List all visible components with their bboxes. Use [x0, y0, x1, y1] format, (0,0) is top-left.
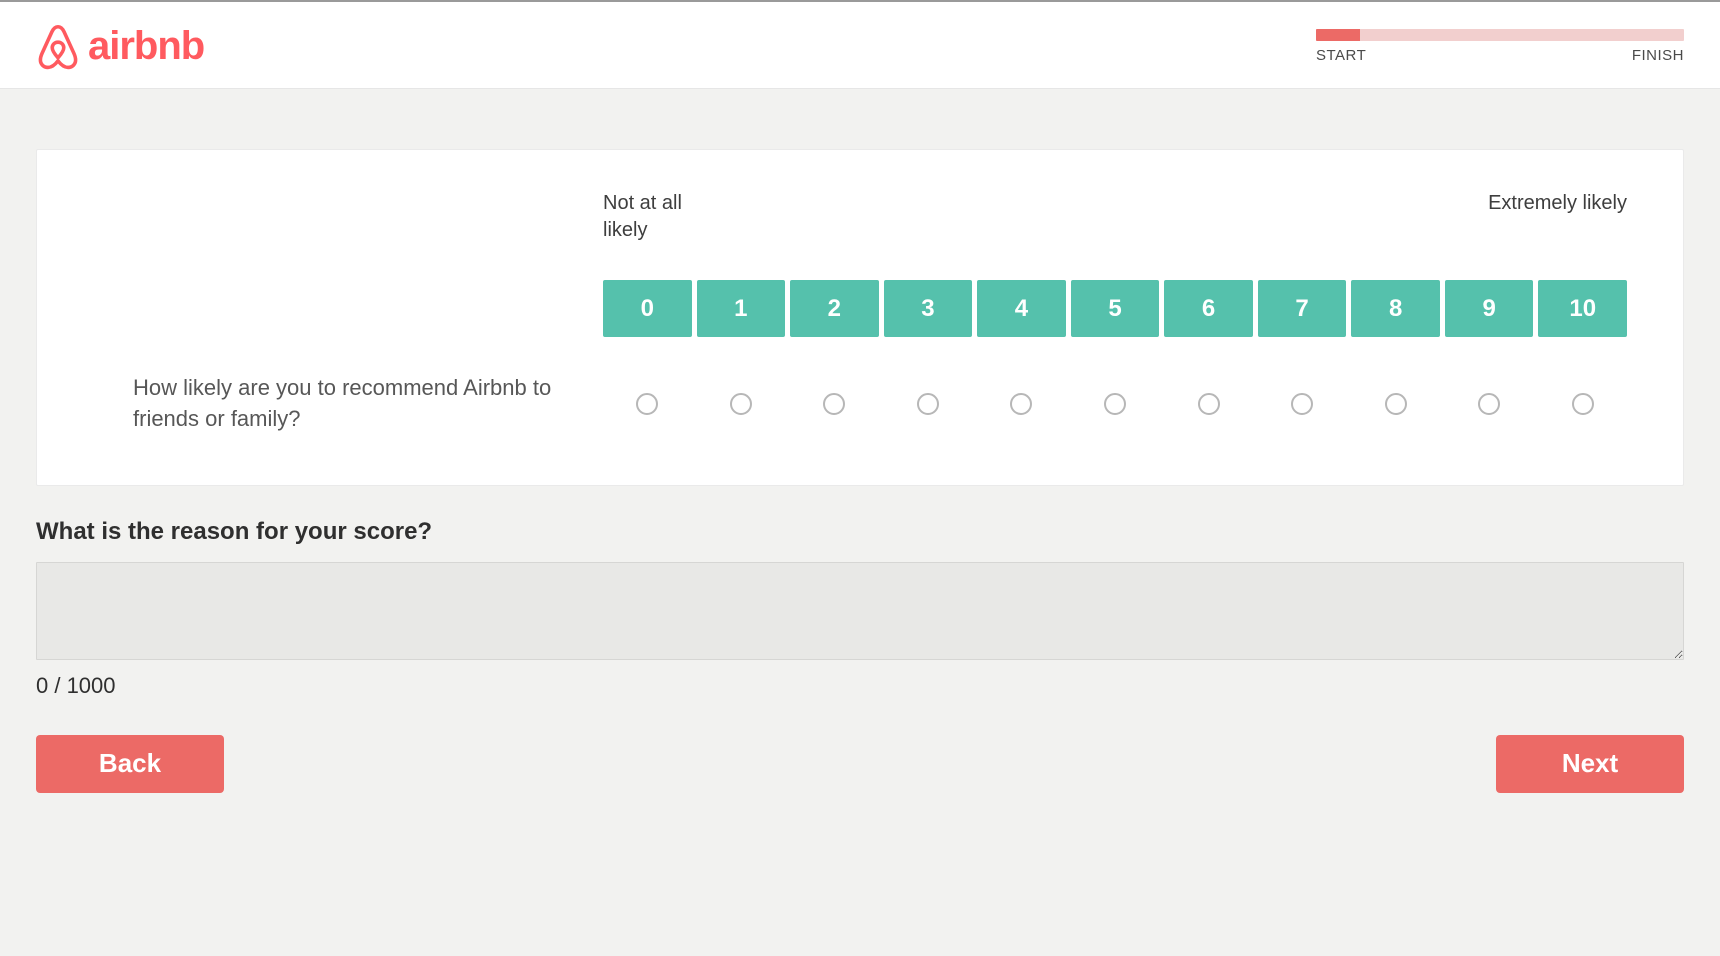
airbnb-icon [36, 22, 80, 70]
nps-scale-2: 2 [790, 280, 879, 337]
nps-question: How likely are you to recommend Airbnb t… [93, 373, 563, 435]
nps-scale-5: 5 [1071, 280, 1160, 337]
progress-start-label: START [1316, 47, 1366, 64]
nps-radio-3[interactable] [917, 393, 939, 415]
nps-radio-4[interactable] [1010, 393, 1032, 415]
brand-logo: airbnb [36, 22, 204, 70]
nav-row: Back Next [36, 735, 1684, 793]
nps-scale-10: 10 [1538, 280, 1627, 337]
reason-char-count: 0 / 1000 [36, 673, 1684, 699]
nps-scale-1: 1 [697, 280, 786, 337]
nps-scale-6: 6 [1164, 280, 1253, 337]
nps-scale-8: 8 [1351, 280, 1440, 337]
nps-radio-1[interactable] [730, 393, 752, 415]
progress-bar [1316, 29, 1684, 41]
nps-scale-header: 0 1 2 3 4 5 6 7 8 9 10 [603, 280, 1627, 337]
reason-label: What is the reason for your score? [36, 518, 1684, 546]
content: Not at all likely Extremely likely 0 1 2… [0, 89, 1720, 823]
nps-radio-6[interactable] [1198, 393, 1220, 415]
nps-radio-0[interactable] [636, 393, 658, 415]
nps-scale-0: 0 [603, 280, 692, 337]
nps-radio-2[interactable] [823, 393, 845, 415]
next-button[interactable]: Next [1496, 735, 1684, 793]
brand-name: airbnb [88, 24, 204, 69]
progress-finish-label: FINISH [1632, 47, 1684, 64]
nps-scale-4: 4 [977, 280, 1066, 337]
reason-textarea[interactable] [36, 562, 1684, 660]
nps-scale-9: 9 [1445, 280, 1534, 337]
nps-scale-3: 3 [884, 280, 973, 337]
back-button[interactable]: Back [36, 735, 224, 793]
nps-radio-row [603, 384, 1627, 424]
header: airbnb START FINISH [0, 0, 1720, 89]
nps-radio-10[interactable] [1572, 393, 1594, 415]
progress: START FINISH [1316, 29, 1684, 64]
nps-radio-8[interactable] [1385, 393, 1407, 415]
nps-scale-7: 7 [1258, 280, 1347, 337]
nps-anchor-high: Extremely likely [1488, 190, 1627, 244]
nps-card: Not at all likely Extremely likely 0 1 2… [36, 149, 1684, 486]
nps-radio-9[interactable] [1478, 393, 1500, 415]
nps-radio-5[interactable] [1104, 393, 1126, 415]
reason-section: What is the reason for your score? 0 / 1… [36, 518, 1684, 699]
progress-fill [1316, 29, 1360, 41]
nps-anchor-low: Not at all likely [603, 190, 723, 244]
nps-radio-7[interactable] [1291, 393, 1313, 415]
